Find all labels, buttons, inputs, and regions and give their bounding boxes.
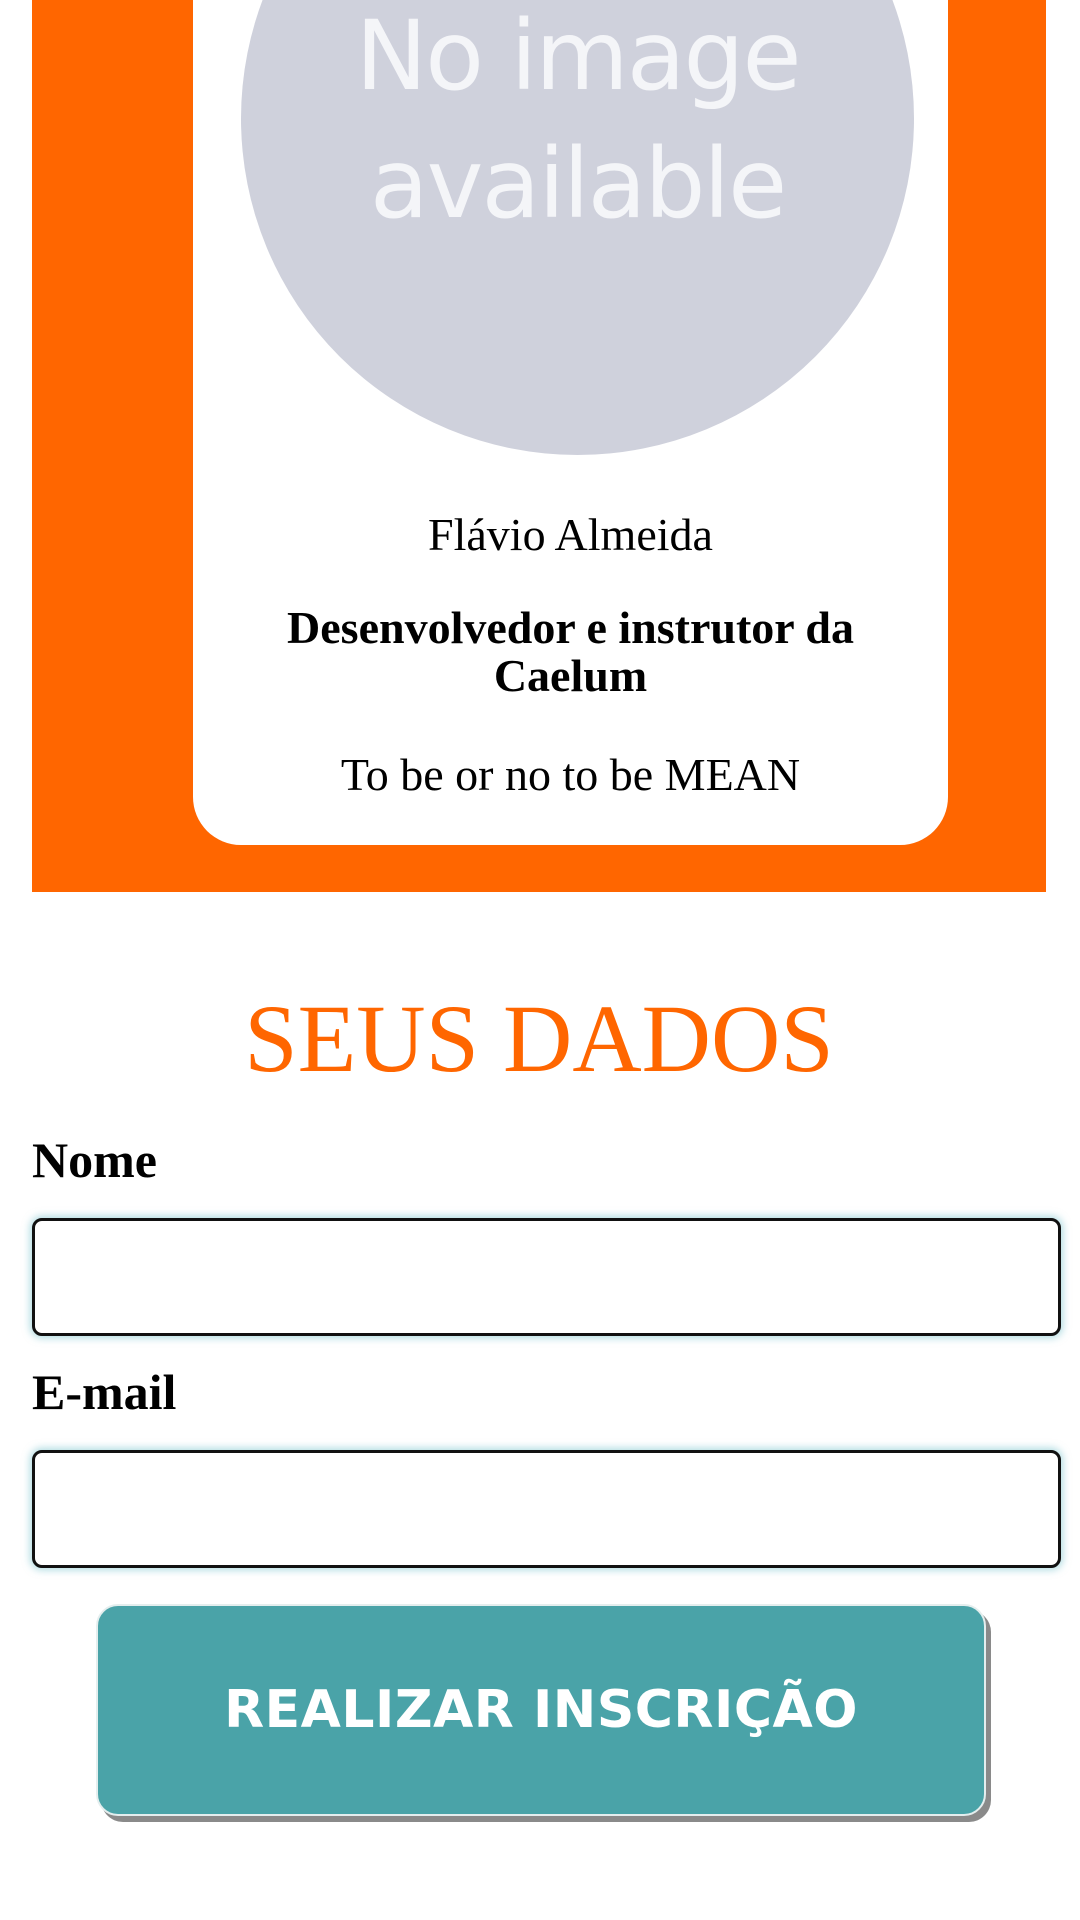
- speaker-name: Flávio Almeida: [428, 509, 713, 560]
- avatar-placeholder-line2: available: [369, 128, 787, 240]
- avatar-placeholder-text: No image available: [241, 0, 914, 248]
- email-label: E-mail: [32, 1364, 177, 1420]
- email-input[interactable]: [32, 1450, 1061, 1568]
- speaker-card: No image available Flávio Almeida Desenv…: [193, 0, 948, 845]
- avatar-placeholder-line1: No image: [355, 0, 801, 112]
- name-input[interactable]: [32, 1218, 1061, 1336]
- speaker-role: Desenvolvedor e instrutor da Caelum: [287, 602, 854, 701]
- page: No image available Flávio Almeida Desenv…: [0, 0, 1080, 1920]
- name-label: Nome: [32, 1132, 157, 1188]
- form-title: SEUS DADOS: [244, 985, 834, 1092]
- speaker-talk-title: To be or no to be MEAN: [340, 749, 801, 800]
- speaker-avatar-placeholder: No image available: [241, 0, 914, 455]
- speaker-section: No image available Flávio Almeida Desenv…: [32, 0, 1046, 892]
- submit-registration-button[interactable]: REALIZAR INSCRIÇÃO: [96, 1604, 986, 1816]
